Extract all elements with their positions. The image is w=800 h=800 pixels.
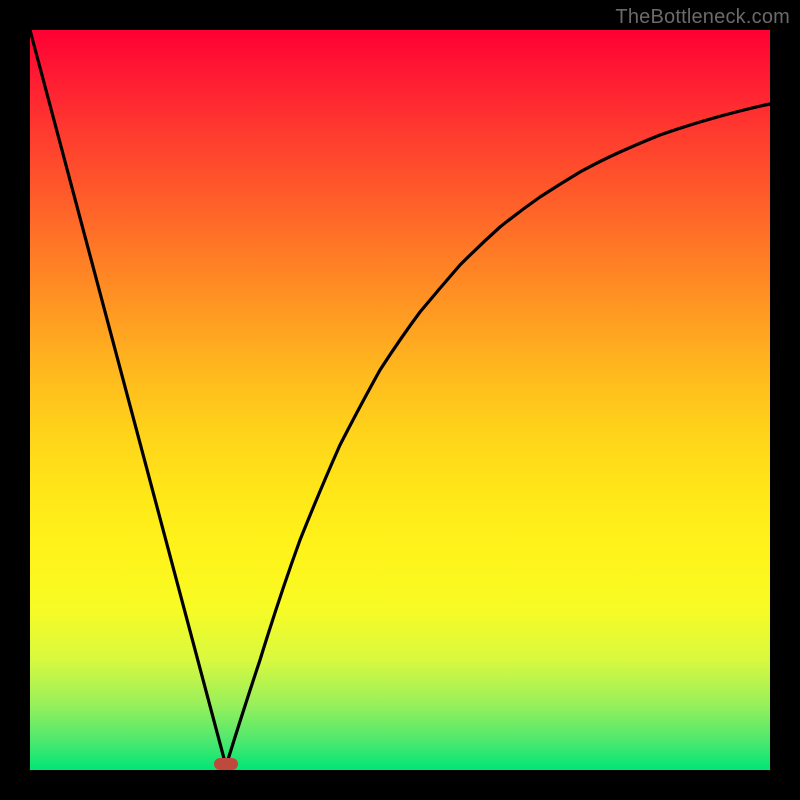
plot-area [30,30,770,770]
watermark-text: TheBottleneck.com [615,6,790,29]
curve-right-branch [226,104,770,766]
chart-frame: TheBottleneck.com [0,0,800,800]
min-marker [214,758,238,770]
bottleneck-curve [30,30,770,770]
curve-left-branch [30,30,226,766]
